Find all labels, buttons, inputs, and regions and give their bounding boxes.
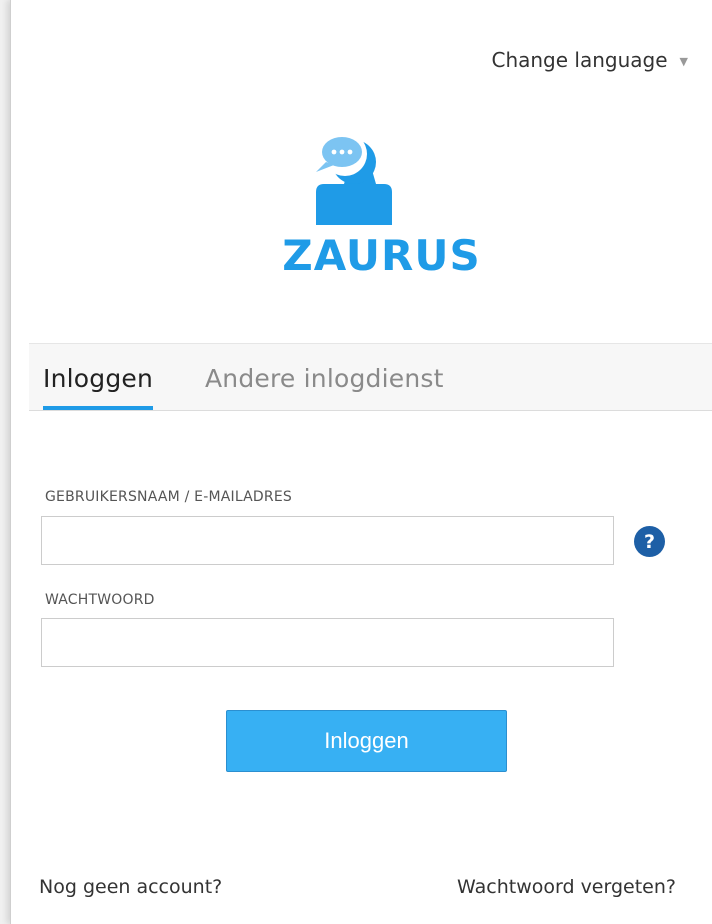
login-page: Change language ▼ ZAURUS Inloggen Andere… <box>10 0 712 924</box>
username-input[interactable] <box>41 516 614 565</box>
forgot-password-link[interactable]: Wachtwoord vergeten? <box>457 876 676 898</box>
chat-user-icon <box>315 132 392 225</box>
logo-text: ZAURUS <box>282 231 481 280</box>
tab-login[interactable]: Inloggen <box>43 364 154 410</box>
login-button[interactable]: Inloggen <box>226 710 507 772</box>
tab-other-login-service[interactable]: Andere inlogdienst <box>205 364 444 393</box>
username-label: GEBRUIKERSNAAM / E-MAILADRES <box>45 489 292 505</box>
password-input[interactable] <box>41 618 614 667</box>
password-label: WACHTWOORD <box>45 592 155 608</box>
logo: ZAURUS <box>11 130 712 280</box>
help-icon[interactable]: ? <box>634 526 665 557</box>
chevron-down-icon: ▼ <box>679 54 688 68</box>
login-tabs: Inloggen Andere inlogdienst <box>29 343 712 411</box>
signup-link[interactable]: Nog geen account? <box>39 876 222 898</box>
language-selector[interactable]: Change language ▼ <box>491 48 688 72</box>
language-selector-label: Change language <box>491 48 668 72</box>
